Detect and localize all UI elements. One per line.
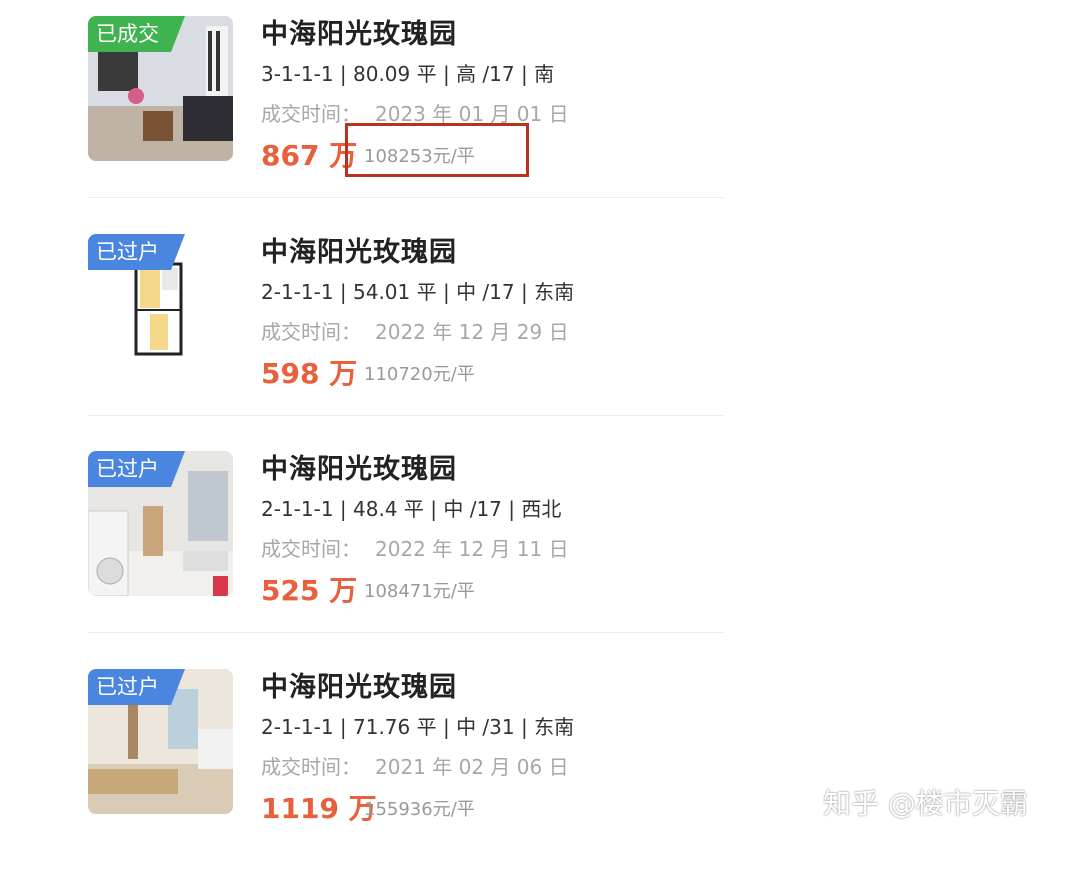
divider (88, 415, 724, 416)
listing-title[interactable]: 中海阳光玫瑰园 (261, 665, 457, 704)
listing-specs: 2-1-1-1 | 54.01 平 | 中 /17 | 东南 (261, 280, 575, 304)
listing-card[interactable]: 已过户 中海阳光玫瑰园 2-1-1-1 | 48.4 平 | 中 /17 | 西… (0, 435, 1080, 651)
total-price: 1119 万 (261, 792, 377, 825)
deal-date-label: 成交时间： (261, 755, 361, 779)
deal-date-label: 成交时间： (261, 320, 361, 344)
listing-title[interactable]: 中海阳光玫瑰园 (261, 447, 457, 486)
unit-price: 108471元/平 (364, 581, 475, 602)
listing-specs: 2-1-1-1 | 71.76 平 | 中 /31 | 东南 (261, 715, 575, 739)
status-badge: 已过户 (88, 451, 185, 487)
listing-card[interactable]: 已过户 中海阳光玫瑰园 2-1-1-1 | 71.76 平 | 中 /31 | … (0, 653, 1080, 869)
deal-date: 2021 年 02 月 06 日 (375, 755, 569, 779)
status-badge: 已过户 (88, 669, 185, 705)
deal-date-label: 成交时间： (261, 537, 361, 561)
deal-date-row: 成交时间： 2021 年 02 月 06 日 (261, 751, 569, 780)
unit-price-highlight-box (345, 123, 529, 177)
listing-specs: 3-1-1-1 | 80.09 平 | 高 /17 | 南 (261, 62, 555, 86)
listing-title[interactable]: 中海阳光玫瑰园 (261, 230, 457, 269)
total-price: 867 万 (261, 139, 358, 172)
deal-date: 2022 年 12 月 11 日 (375, 537, 569, 561)
unit-price: 155936元/平 (364, 799, 475, 820)
unit-price: 110720元/平 (364, 364, 475, 385)
status-badge: 已成交 (88, 16, 185, 52)
total-price: 525 万 (261, 574, 358, 607)
deal-date-row: 成交时间： 2022 年 12 月 29 日 (261, 316, 569, 345)
listing-photo[interactable]: 已成交 (88, 16, 233, 161)
listing-card[interactable]: 已成交 中海阳光玫瑰园 3-1-1-1 | 80.09 平 | 高 /17 | … (0, 0, 1080, 216)
divider (88, 632, 724, 633)
listing-title[interactable]: 中海阳光玫瑰园 (261, 12, 457, 51)
total-price: 598 万 (261, 357, 358, 390)
listing-specs: 2-1-1-1 | 48.4 平 | 中 /17 | 西北 (261, 497, 562, 521)
status-badge: 已过户 (88, 234, 185, 270)
listing-photo[interactable]: 已过户 (88, 669, 233, 814)
listing-card[interactable]: 已过户 中海阳光玫瑰园 2-1-1-1 | 54.01 平 | 中 /17 | … (0, 218, 1080, 434)
listing-floorplan[interactable]: 已过户 (88, 234, 233, 379)
listing-photo[interactable]: 已过户 (88, 451, 233, 596)
deal-date: 2022 年 12 月 29 日 (375, 320, 569, 344)
deal-date-row: 成交时间： 2022 年 12 月 11 日 (261, 533, 569, 562)
divider (88, 197, 724, 198)
zhihu-watermark: 知乎 @楼市灭霸 (823, 787, 1028, 820)
